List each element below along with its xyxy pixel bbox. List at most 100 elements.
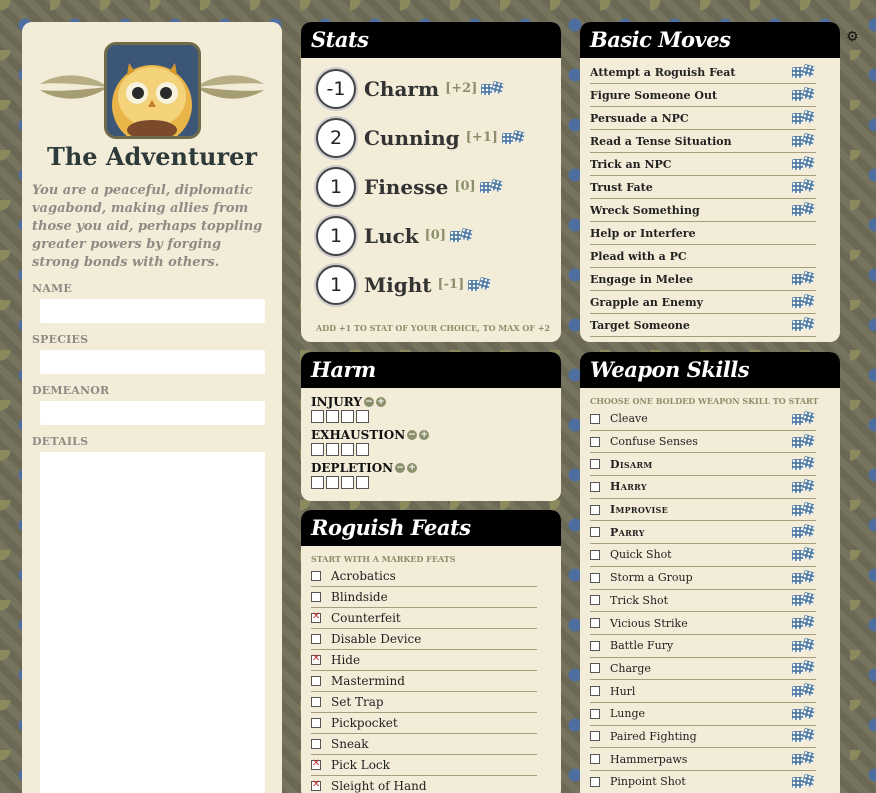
harm-checkbox[interactable] (341, 443, 354, 456)
species-field[interactable] (40, 350, 265, 374)
species-label: SPECIES (32, 333, 89, 346)
feat-checkbox[interactable] (311, 653, 321, 665)
feat-checkbox[interactable] (311, 718, 321, 728)
minus-icon[interactable]: − (407, 430, 418, 440)
demeanor-field[interactable] (40, 401, 265, 425)
dice-icon[interactable] (792, 614, 816, 630)
dice-icon[interactable] (468, 276, 492, 292)
dice-icon[interactable] (450, 227, 474, 243)
feat-checkbox[interactable] (311, 592, 321, 602)
weapon-skill-checkbox[interactable] (590, 527, 600, 538)
details-field[interactable] (40, 452, 265, 793)
move-row: Grapple an Enemy (590, 291, 816, 314)
dice-icon[interactable] (792, 773, 816, 789)
harm-checkbox[interactable] (356, 443, 369, 456)
dice-icon[interactable] (792, 455, 816, 471)
weapon-skill-checkbox[interactable] (590, 459, 600, 470)
feat-checkbox[interactable] (311, 779, 321, 791)
weapon-skill-checkbox[interactable] (590, 504, 600, 515)
feat-row: Blindside (311, 587, 537, 608)
feat-checkbox[interactable] (311, 634, 321, 644)
dice-icon[interactable] (792, 546, 816, 562)
dice-icon[interactable] (792, 569, 816, 585)
dice-icon[interactable] (792, 501, 816, 517)
dice-icon[interactable] (792, 201, 816, 217)
weapon-skill-row: Confuse Senses (590, 431, 816, 454)
harm-checkbox[interactable] (311, 476, 324, 489)
gear-icon[interactable]: ⚙ (846, 29, 859, 45)
dice-icon[interactable] (792, 682, 816, 698)
weapon-skill-checkbox[interactable] (590, 731, 600, 742)
weapon-skill-checkbox[interactable] (590, 549, 600, 560)
dice-icon[interactable] (792, 155, 816, 171)
minus-icon[interactable]: − (363, 397, 374, 407)
stat-row: 1 Finesse [0] (301, 162, 561, 211)
weapon-skill-checkbox[interactable] (590, 754, 600, 765)
weapon-skill-checkbox[interactable] (590, 640, 600, 651)
leaf-ornament-right-icon (196, 75, 264, 99)
feat-checkbox[interactable] (311, 571, 321, 581)
dice-icon[interactable] (792, 410, 816, 426)
stat-value[interactable]: -1 (316, 68, 356, 109)
weapon-skill-checkbox[interactable] (590, 618, 600, 629)
weapon-skill-label: Vicious Strike (610, 616, 688, 630)
stat-value[interactable]: 2 (316, 117, 356, 158)
feat-checkbox[interactable] (311, 758, 321, 770)
dice-icon[interactable] (792, 178, 816, 194)
weapon-skill-checkbox[interactable] (590, 686, 600, 697)
weapon-skill-checkbox[interactable] (590, 663, 600, 674)
harm-checkbox[interactable] (326, 410, 339, 423)
plus-icon[interactable]: + (407, 463, 418, 473)
minus-icon[interactable]: − (395, 463, 406, 473)
dice-icon[interactable] (792, 524, 816, 539)
weapon-skill-checkbox[interactable] (590, 413, 600, 424)
feat-checkbox[interactable] (311, 739, 321, 749)
weapon-skill-checkbox[interactable] (590, 481, 600, 492)
feat-checkbox[interactable] (311, 676, 321, 686)
dice-icon[interactable] (501, 129, 526, 145)
dice-icon[interactable] (792, 750, 816, 766)
dice-icon[interactable] (792, 433, 816, 449)
dice-icon[interactable] (792, 86, 816, 102)
name-field[interactable] (40, 299, 265, 323)
harm-checkbox[interactable] (326, 443, 339, 456)
dice-icon[interactable] (792, 728, 816, 743)
dice-icon[interactable] (792, 478, 816, 494)
dice-icon[interactable] (792, 592, 816, 607)
dice-icon[interactable] (479, 178, 504, 194)
weapon-skill-checkbox[interactable] (590, 708, 600, 719)
dice-icon[interactable] (792, 316, 816, 332)
dice-icon[interactable] (792, 270, 816, 286)
stat-value[interactable]: 1 (316, 264, 356, 305)
weapon-skill-checkbox[interactable] (590, 572, 600, 583)
dice-icon[interactable] (792, 660, 816, 675)
dice-icon[interactable] (792, 293, 816, 309)
name-label: NAME (32, 282, 72, 295)
dice-icon[interactable] (481, 80, 505, 96)
plus-icon[interactable]: + (419, 430, 430, 440)
weapon-skill-checkbox[interactable] (590, 776, 600, 787)
weapon-skill-checkbox[interactable] (590, 436, 600, 447)
stat-row: 1 Luck [0] (301, 211, 561, 260)
harm-checkbox[interactable] (341, 410, 354, 423)
harm-checkbox[interactable] (311, 410, 324, 423)
weapon-skill-checkbox[interactable] (590, 595, 600, 606)
feat-row: Pick Lock (311, 755, 537, 776)
harm-checkbox[interactable] (341, 476, 354, 489)
harm-checkbox[interactable] (356, 410, 369, 423)
weapon-skill-row: Parry (590, 521, 816, 545)
harm-checkbox[interactable] (326, 476, 339, 489)
dice-icon[interactable] (792, 132, 816, 148)
harm-checkbox[interactable] (311, 443, 324, 456)
plus-icon[interactable]: + (375, 397, 386, 407)
dice-icon[interactable] (792, 109, 816, 125)
stat-value[interactable]: 1 (316, 166, 356, 207)
stat-value[interactable]: 1 (316, 215, 356, 256)
harm-checkbox[interactable] (356, 476, 369, 489)
feat-checkbox[interactable] (311, 611, 321, 623)
portrait-header (22, 22, 282, 142)
dice-icon[interactable] (792, 705, 816, 721)
dice-icon[interactable] (792, 63, 816, 79)
feat-checkbox[interactable] (311, 697, 321, 707)
dice-icon[interactable] (792, 637, 816, 653)
